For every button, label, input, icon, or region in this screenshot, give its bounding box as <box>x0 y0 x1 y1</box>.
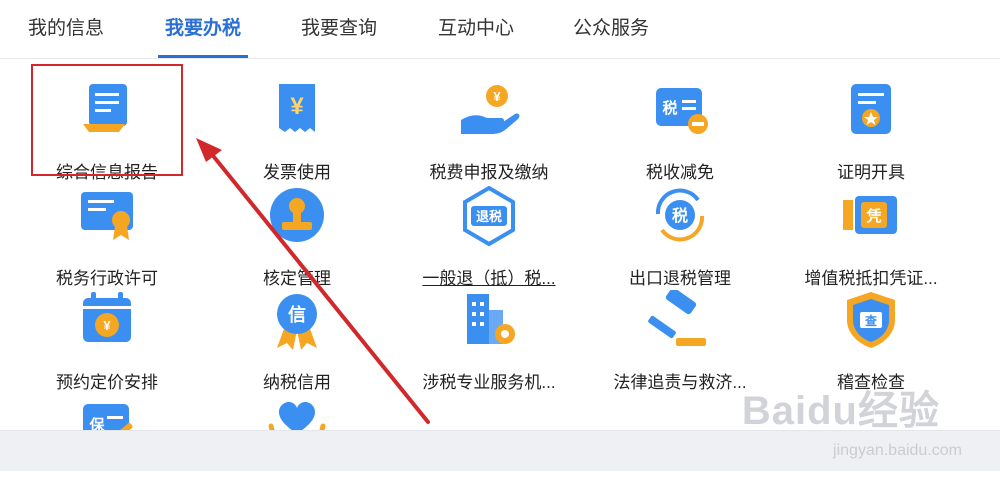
tab-public-service[interactable]: 公众服务 <box>565 0 657 58</box>
credit-medal-icon: 信 <box>277 294 317 350</box>
tax-refund-icon: 退税 <box>463 186 515 247</box>
service-professional-institutions[interactable]: 涉税专业服务机... <box>394 290 584 392</box>
tax-reduction-icon: 税 <box>656 88 708 134</box>
tab-query[interactable]: 我要查询 <box>293 0 385 58</box>
svg-text:¥: ¥ <box>290 93 304 120</box>
hand-coin-icon: ¥ <box>461 85 520 134</box>
svg-text:税: 税 <box>672 206 688 225</box>
svg-text:信: 信 <box>288 304 306 325</box>
service-label: 税务行政许可 <box>56 269 158 288</box>
service-label: 预约定价安排 <box>56 373 158 392</box>
service-label: 出口退税管理 <box>629 269 731 288</box>
invoice-yuan-icon: ¥ <box>279 84 315 132</box>
certificate-icon <box>851 84 891 134</box>
inspection-shield-icon: 查 <box>847 292 895 348</box>
service-label: 纳税信用 <box>263 373 331 392</box>
svg-text:查: 查 <box>864 313 878 328</box>
license-award-icon <box>81 192 133 240</box>
tab-my-info[interactable]: 我的信息 <box>20 0 112 58</box>
calendar-yuan-icon: ¥ <box>83 292 131 342</box>
service-pricing-arrangement[interactable]: ¥ 预约定价安排 <box>12 290 202 392</box>
service-label: 核定管理 <box>263 269 331 288</box>
service-label: 发票使用 <box>263 163 331 182</box>
service-tax-declaration[interactable]: ¥ 税费申报及缴纳 <box>394 80 584 182</box>
svg-text:税: 税 <box>662 99 677 117</box>
gavel-icon <box>648 290 706 346</box>
export-refund-icon: 税 <box>655 188 705 242</box>
service-label: 税收减免 <box>646 163 714 182</box>
annotation-highlight-box <box>31 64 183 176</box>
service-vat-deduction-voucher[interactable]: 凭 增值税抵扣凭证... <box>776 186 966 288</box>
svg-text:凭: 凭 <box>865 207 881 225</box>
service-label: 涉税专业服务机... <box>422 373 556 392</box>
stamp-icon <box>270 188 324 242</box>
svg-text:¥: ¥ <box>103 318 111 333</box>
svg-text:退税: 退税 <box>476 209 502 224</box>
watermark-url: jingyan.baidu.com <box>833 442 962 459</box>
service-tax-reduction[interactable]: 税 税收减免 <box>585 80 775 182</box>
service-certificate-issue[interactable]: 证明开具 <box>776 80 966 182</box>
svg-text:¥: ¥ <box>493 89 501 104</box>
service-general-refund[interactable]: 退税 一般退（抵）税... <box>394 186 584 288</box>
watermark-brand: Baidu经验 <box>741 389 940 433</box>
service-invoice-use[interactable]: ¥ 发票使用 <box>202 80 392 182</box>
service-admin-license[interactable]: 税务行政许可 <box>12 186 202 288</box>
service-label: 税费申报及缴纳 <box>429 163 549 182</box>
top-tab-bar: 我的信息 我要办税 我要查询 互动中心 公众服务 <box>0 0 1000 59</box>
service-inspection[interactable]: 查 稽查检查 <box>776 290 966 392</box>
service-assessment-management[interactable]: 核定管理 <box>202 186 392 288</box>
service-label: 一般退（抵）税... <box>422 269 556 288</box>
service-label: 证明开具 <box>837 163 905 182</box>
service-tax-credit[interactable]: 信 纳税信用 <box>202 290 392 392</box>
service-label: 增值税抵扣凭证... <box>804 269 938 288</box>
voucher-ticket-icon: 凭 <box>843 196 897 234</box>
building-gear-icon <box>467 294 515 344</box>
tab-interaction-center[interactable]: 互动中心 <box>430 0 522 58</box>
service-export-refund[interactable]: 税 出口退税管理 <box>585 186 775 288</box>
service-legal-remedy[interactable]: 法律追责与救济... <box>585 290 775 392</box>
tab-tax-handling[interactable]: 我要办税 <box>158 0 248 58</box>
